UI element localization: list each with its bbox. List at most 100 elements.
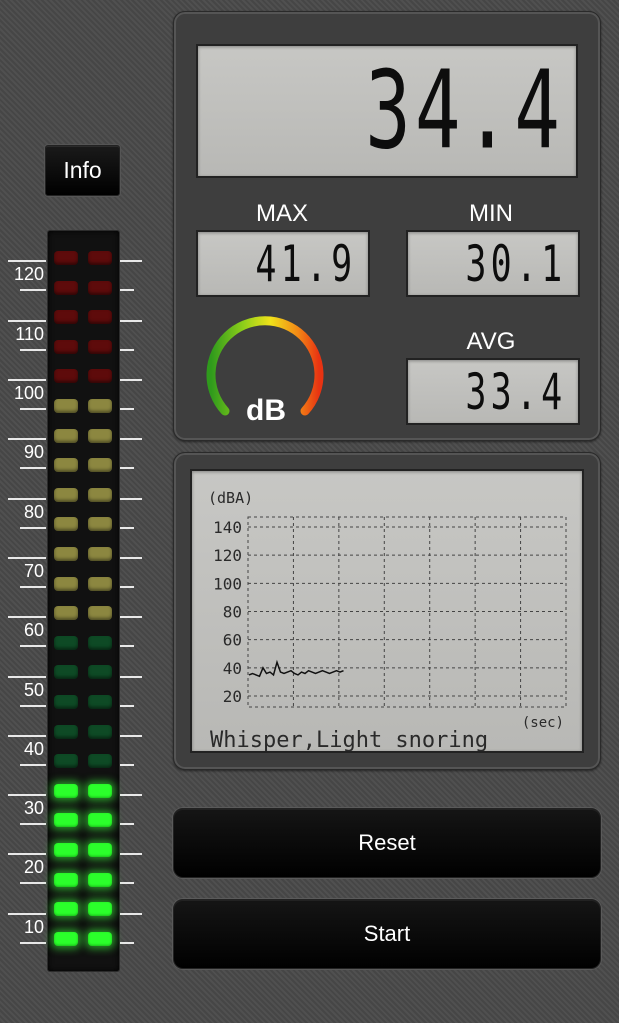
scale-minor-tick-left — [20, 645, 46, 647]
db-unit-label: dB — [246, 394, 286, 427]
scale-minor-tick-left — [20, 527, 46, 529]
scale-minor-tick-left — [20, 586, 46, 588]
x-axis-unit: (sec) — [522, 715, 564, 731]
scale-minor-tick — [120, 289, 134, 291]
scale-minor-tick-left — [20, 408, 46, 410]
y-tick-label: 60 — [223, 631, 242, 650]
led-segment — [54, 310, 78, 325]
led-segment — [88, 310, 112, 325]
scale-major-tick-right — [120, 616, 142, 618]
led-segment-lit — [88, 872, 112, 887]
scale-minor-tick-left — [20, 467, 46, 469]
y-tick-label: 20 — [223, 687, 242, 706]
start-button[interactable]: Start — [173, 899, 601, 969]
led-segment-lit — [88, 813, 112, 828]
scale-minor-tick — [120, 408, 134, 410]
led-segment — [88, 458, 112, 473]
led-segment — [88, 695, 112, 709]
history-graph-panel: (dBA) (sec) Whisper,Light snoring 140 120… — [173, 452, 601, 770]
led-segment — [88, 369, 112, 384]
led-segment-lit — [54, 931, 78, 946]
led-segment — [54, 547, 78, 561]
y-tick-label: 80 — [223, 603, 242, 622]
led-segment — [88, 576, 112, 591]
scale-major-tick — [8, 735, 46, 737]
history-chart: (dBA) (sec) Whisper,Light snoring 140 120… — [208, 489, 567, 751]
led-segment-lit — [54, 813, 78, 828]
scale-minor-tick-left — [20, 705, 46, 707]
led-segment — [88, 547, 112, 561]
min-value: 30.1 — [464, 234, 566, 293]
scale-minor-tick — [120, 764, 134, 766]
avg-label: AVG — [466, 328, 516, 355]
history-graph-screen: (dBA) (sec) Whisper,Light snoring 140 120… — [190, 469, 584, 753]
led-segment — [54, 576, 78, 591]
led-segment — [54, 635, 78, 650]
led-segment — [54, 665, 78, 680]
avg-value: 33.4 — [464, 362, 566, 421]
scale-minor-tick — [120, 823, 134, 825]
scale-major-tick-right — [120, 735, 142, 737]
scale-minor-tick-left — [20, 882, 46, 884]
led-segment — [54, 724, 78, 739]
led-segment — [54, 695, 78, 709]
max-value: 41.9 — [254, 234, 356, 293]
scale-label: 120 — [13, 264, 44, 284]
led-segment-lit — [88, 783, 112, 798]
scale-minor-tick — [120, 467, 134, 469]
scale-major-tick-right — [120, 557, 142, 559]
scale-minor-tick — [120, 882, 134, 884]
scale-major-tick-right — [120, 379, 142, 381]
y-tick-label: 120 — [213, 546, 242, 565]
min-display: 30.1 — [406, 230, 580, 297]
led-segment-lit — [54, 872, 78, 887]
scale-major-tick-right — [120, 676, 142, 678]
led-segment — [88, 665, 112, 680]
scale-major-tick-right — [120, 260, 142, 262]
led-segment — [54, 458, 78, 473]
noise-level-caption: Whisper,Light snoring — [210, 728, 488, 751]
led-segment — [88, 517, 112, 532]
led-segment — [54, 280, 78, 295]
led-segment — [88, 399, 112, 413]
led-segment — [54, 251, 78, 265]
scale-major-tick-right — [120, 794, 142, 796]
scale-label: 60 — [23, 620, 44, 640]
scale-label: 70 — [23, 561, 44, 581]
led-segment — [88, 280, 112, 295]
history-line — [248, 659, 344, 678]
led-segment — [88, 339, 112, 354]
db-gauge-icon: dB — [206, 316, 324, 427]
led-segment-lit — [88, 843, 112, 857]
y-axis-unit: (dBA) — [208, 489, 253, 507]
min-label: MIN — [469, 200, 513, 227]
led-segment-lit — [88, 931, 112, 946]
scale-minor-tick — [120, 527, 134, 529]
scale-major-tick — [8, 616, 46, 618]
led-segment — [88, 606, 112, 621]
scale-major-tick-right — [120, 913, 142, 915]
max-label: MAX — [255, 200, 308, 227]
led-segment-lit — [54, 843, 78, 857]
scale-major-tick — [8, 676, 46, 678]
scale-label: 80 — [23, 502, 44, 522]
reset-button[interactable]: Reset — [173, 808, 601, 878]
scale-major-tick — [8, 320, 46, 322]
led-segment — [54, 606, 78, 621]
led-segment — [54, 428, 78, 443]
scale-minor-tick — [120, 705, 134, 707]
led-segment — [54, 339, 78, 354]
scale-minor-tick-left — [20, 349, 46, 351]
current-level-display: 34.4 — [196, 44, 578, 178]
led-segment — [88, 251, 112, 265]
scale-label: 110 — [15, 324, 44, 344]
info-button[interactable]: Info — [45, 145, 120, 196]
scale-label: 10 — [23, 917, 44, 937]
led-segment-lit — [54, 902, 78, 917]
current-level-value: 34.4 — [365, 48, 564, 174]
max-display: 41.9 — [196, 230, 370, 297]
scale-major-tick — [8, 913, 46, 915]
scale-minor-tick — [120, 586, 134, 588]
scale-major-tick — [8, 557, 46, 559]
led-segment-lit — [54, 783, 78, 798]
